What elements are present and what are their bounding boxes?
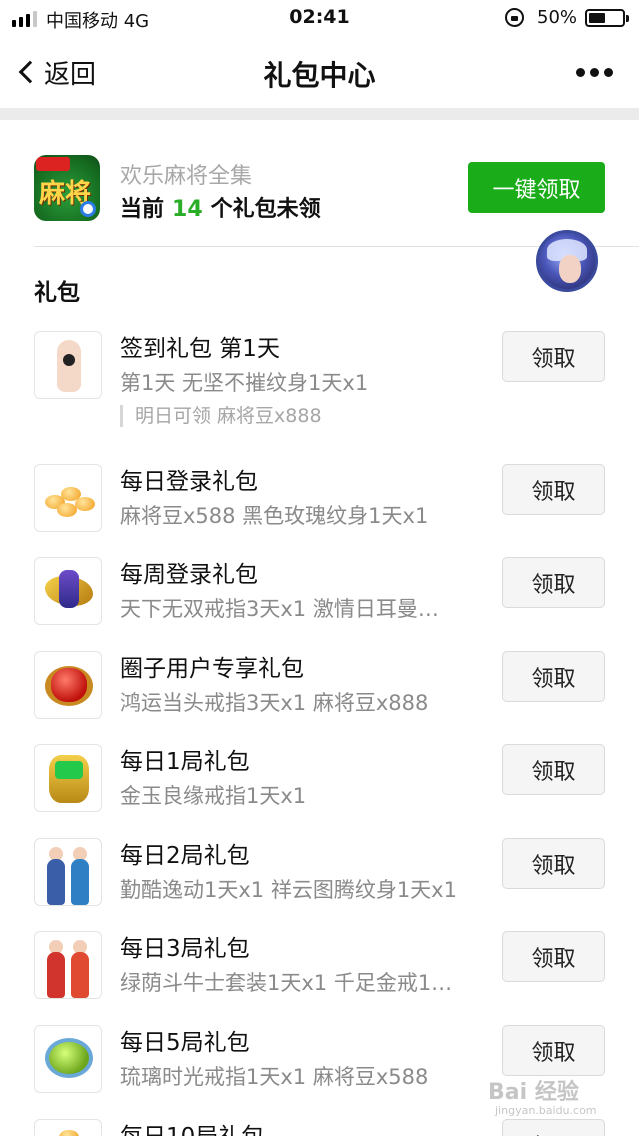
gift-name: 每日1局礼包 <box>120 749 250 775</box>
game-logo-icon: 麻将 <box>34 155 100 221</box>
unclaimed-prefix: 当前 <box>120 197 165 222</box>
claim-button[interactable]: 领取 <box>502 557 605 608</box>
avatar[interactable] <box>536 230 598 292</box>
hand-tattoo-icon <box>34 331 102 399</box>
gift-description: 第1天 无坚不摧纹身1天x1 <box>120 371 369 395</box>
gift-name: 签到礼包 第1天 <box>120 336 280 362</box>
nav-divider <box>0 108 639 120</box>
claim-button[interactable]: 领取 <box>502 1119 605 1136</box>
gift-name: 每日10局礼包 <box>120 1117 264 1136</box>
winged-ring-icon <box>34 557 102 625</box>
claim-all-button[interactable]: 一键领取 <box>468 162 605 213</box>
claim-button[interactable]: 领取 <box>502 838 605 889</box>
watermark-logo: Bai 经验 <box>488 1080 579 1105</box>
claim-button[interactable]: 领取 <box>502 744 605 795</box>
battery-percent: 50% <box>537 7 578 28</box>
gift-name: 每周登录礼包 <box>120 562 258 588</box>
gift-description: 绿荫斗牛士套装1天x1 千足金戒1… <box>120 971 453 995</box>
page-title: 礼包中心 <box>263 59 376 92</box>
unclaimed-summary: 当前 14 个礼包未领 <box>120 191 321 223</box>
gift-description: 金玉良缘戒指1天x1 <box>120 784 307 808</box>
gift-name: 每日5局礼包 <box>120 1030 250 1056</box>
ruby-ring-icon <box>34 651 102 719</box>
game-name: 欢乐麻将全集 <box>120 164 253 189</box>
beans-icon <box>34 464 102 532</box>
nav-bar: 返回 礼包中心 <box>0 36 639 108</box>
green-gem-ring-icon <box>34 1025 102 1093</box>
gift-next-reward: 明日可领 麻将豆x888 <box>120 405 322 427</box>
section-title: 礼包 <box>34 280 80 306</box>
claim-button[interactable]: 领取 <box>502 651 605 702</box>
gift-name: 圈子用户专享礼包 <box>120 656 304 682</box>
watermark-url: jingyan.baidu.com <box>495 1104 597 1117</box>
gift-description: 勤酷逸动1天x1 祥云图腾纹身1天x1 <box>120 878 457 902</box>
more-options-icon[interactable] <box>576 68 613 77</box>
gift-name: 每日2局礼包 <box>120 843 250 869</box>
battery-fill <box>589 13 605 23</box>
gift-name: 每日登录礼包 <box>120 469 258 495</box>
unclaimed-suffix: 个礼包未领 <box>210 197 321 222</box>
jade-ring-icon <box>34 744 102 812</box>
claim-button[interactable]: 领取 <box>502 331 605 382</box>
soccer-outfit-icon <box>34 931 102 999</box>
unclaimed-count: 14 <box>172 197 203 222</box>
gift-icon <box>34 1119 102 1136</box>
claim-button[interactable]: 领取 <box>502 931 605 982</box>
gift-description: 琉璃时光戒指1天x1 麻将豆x588 <box>120 1065 429 1089</box>
rotation-lock-icon <box>505 8 524 27</box>
status-bar: 中国移动 4G 02:41 50% <box>0 0 639 36</box>
claim-button[interactable]: 领取 <box>502 1025 605 1076</box>
gift-description: 鸿运当头戒指3天x1 麻将豆x888 <box>120 691 429 715</box>
battery-icon <box>585 9 629 27</box>
claim-button[interactable]: 领取 <box>502 464 605 515</box>
outfit-pair-icon <box>34 838 102 906</box>
gift-description: 麻将豆x588 黑色玫瑰纹身1天x1 <box>120 504 429 528</box>
gift-name: 每日3局礼包 <box>120 936 250 962</box>
gift-description: 天下无双戒指3天x1 激情日耳曼… <box>120 597 439 621</box>
